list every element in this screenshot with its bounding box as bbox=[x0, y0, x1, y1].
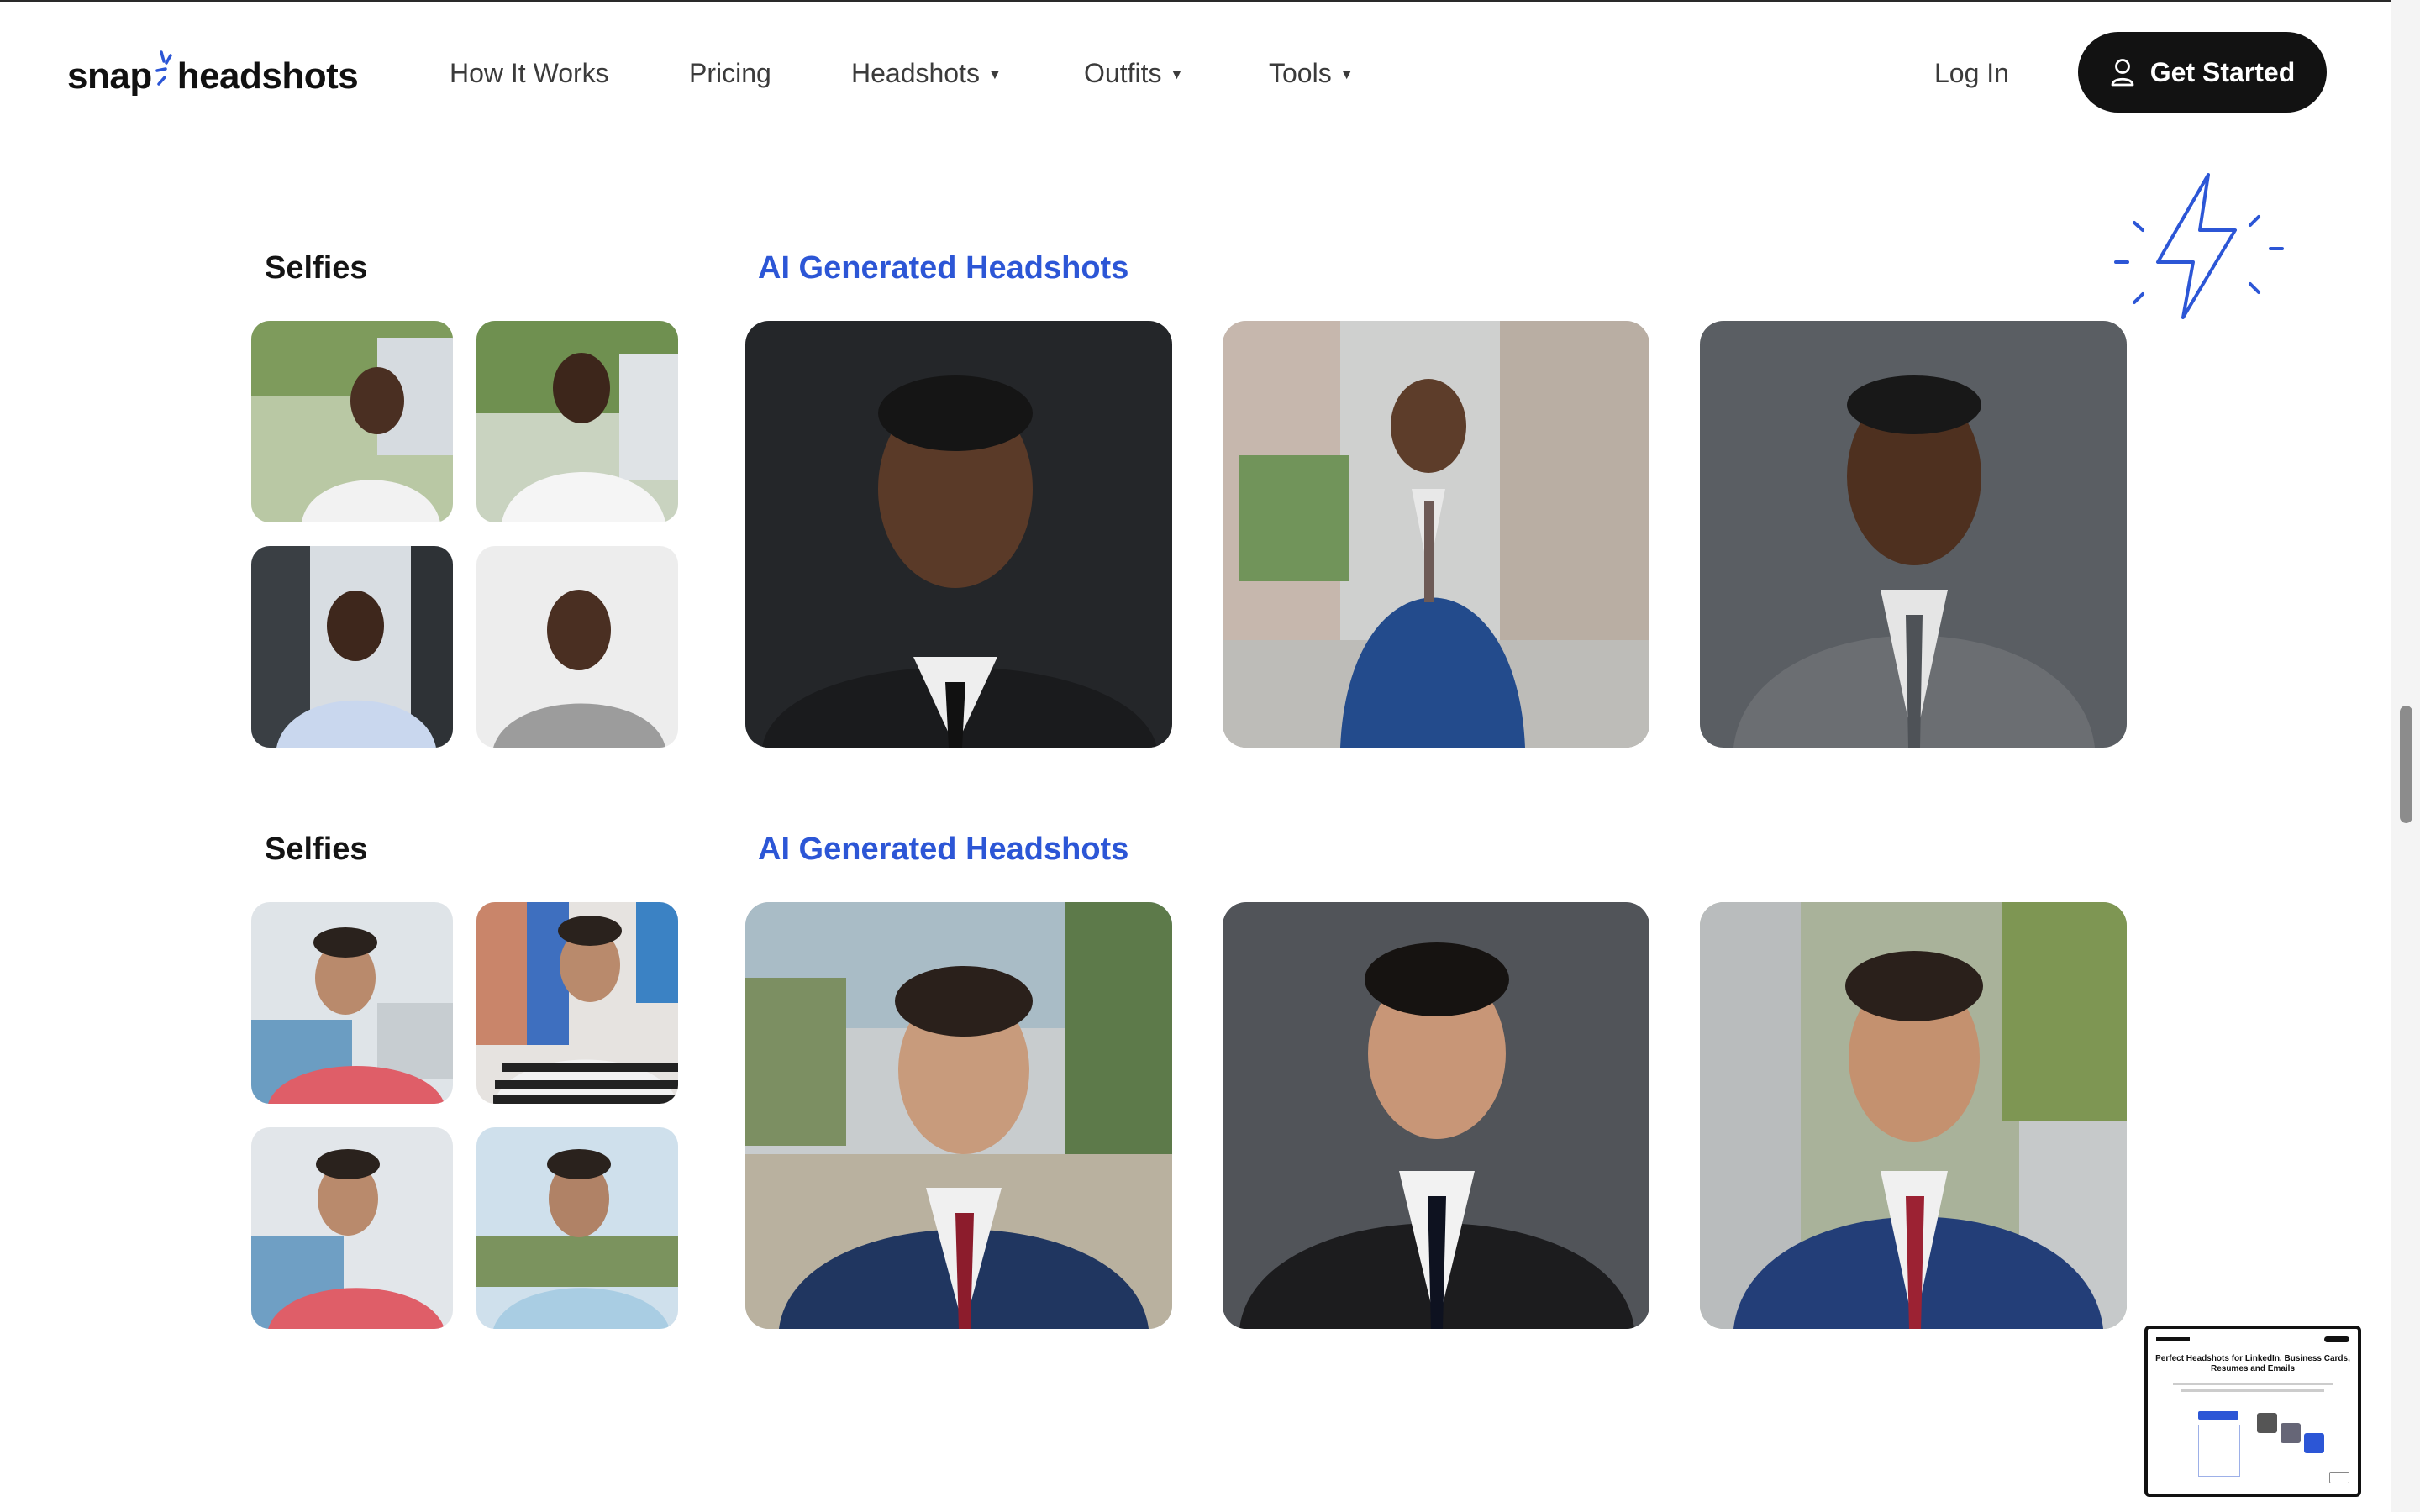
logo-text-left: snap bbox=[67, 55, 152, 97]
preview-corner-widget bbox=[2329, 1472, 2349, 1483]
selfie-photo bbox=[476, 546, 678, 748]
selfie-photo bbox=[476, 321, 678, 522]
headshot-photo-blue-suit-street bbox=[1223, 321, 1649, 748]
logo-text-right: headshots bbox=[176, 55, 359, 97]
nav-headshots-dropdown[interactable]: Headshots ▼ bbox=[851, 52, 1002, 94]
preview-title: Perfect Headshots for LinkedIn, Business… bbox=[2155, 1354, 2350, 1373]
preview-panel bbox=[2198, 1425, 2240, 1477]
preview-text-line bbox=[2181, 1389, 2324, 1392]
selfie-photo bbox=[476, 1127, 678, 1329]
preview-nav bbox=[2156, 1336, 2349, 1342]
ai-headshots-label: AI Generated Headshots bbox=[758, 832, 1129, 867]
caret-down-icon: ▼ bbox=[987, 68, 1002, 82]
login-link[interactable]: Log In bbox=[1934, 52, 2009, 94]
lightning-bolt-icon bbox=[2114, 173, 2284, 319]
preview-images bbox=[2257, 1413, 2324, 1463]
nav-link-label: Pricing bbox=[689, 58, 771, 88]
selfies-label: Selfies bbox=[265, 250, 368, 286]
preview-button bbox=[2198, 1411, 2238, 1420]
caret-down-icon: ▼ bbox=[1170, 68, 1184, 82]
nav-link-label: Tools bbox=[1269, 58, 1332, 88]
selfie-photo bbox=[251, 546, 453, 748]
logo[interactable]: snap headshots bbox=[67, 47, 359, 106]
ai-headshots-label: AI Generated Headshots bbox=[758, 250, 1129, 286]
page-preview-popup[interactable]: Perfect Headshots for LinkedIn, Business… bbox=[2144, 1326, 2361, 1497]
nav-link-label: Outfits bbox=[1084, 58, 1162, 88]
headshot-photo-black-suit bbox=[1223, 902, 1649, 1329]
headshot-photo-navy-suit-outdoor bbox=[745, 902, 1172, 1329]
nav-link-label: How It Works bbox=[450, 58, 609, 88]
headshot-photo-dark-suit bbox=[745, 321, 1172, 748]
nav-how-it-works[interactable]: How It Works bbox=[450, 52, 609, 94]
headshot-photo-grey-suit bbox=[1700, 321, 2127, 748]
selfie-photo bbox=[251, 902, 453, 1104]
logo-spark-icon bbox=[155, 50, 172, 86]
navbar: snap headshots How It Works Pricing Head… bbox=[0, 2, 2391, 143]
selfie-photo bbox=[251, 321, 453, 522]
nav-pricing[interactable]: Pricing bbox=[689, 52, 771, 94]
selfie-photo bbox=[251, 1127, 453, 1329]
selfies-label: Selfies bbox=[265, 832, 368, 867]
user-icon bbox=[2111, 59, 2134, 87]
preview-text-line bbox=[2173, 1383, 2333, 1385]
get-started-button[interactable]: Get Started bbox=[2078, 32, 2327, 113]
nav-link-label: Headshots bbox=[851, 58, 980, 88]
nav-outfits-dropdown[interactable]: Outfits ▼ bbox=[1084, 52, 1183, 94]
get-started-label: Get Started bbox=[2149, 56, 2296, 87]
headshot-photo-navy-suit-street bbox=[1700, 902, 2127, 1329]
nav-tools-dropdown[interactable]: Tools ▼ bbox=[1269, 52, 1354, 94]
selfie-photo bbox=[476, 902, 678, 1104]
scrollbar-thumb[interactable] bbox=[2400, 706, 2412, 823]
caret-down-icon: ▼ bbox=[1339, 68, 1354, 82]
